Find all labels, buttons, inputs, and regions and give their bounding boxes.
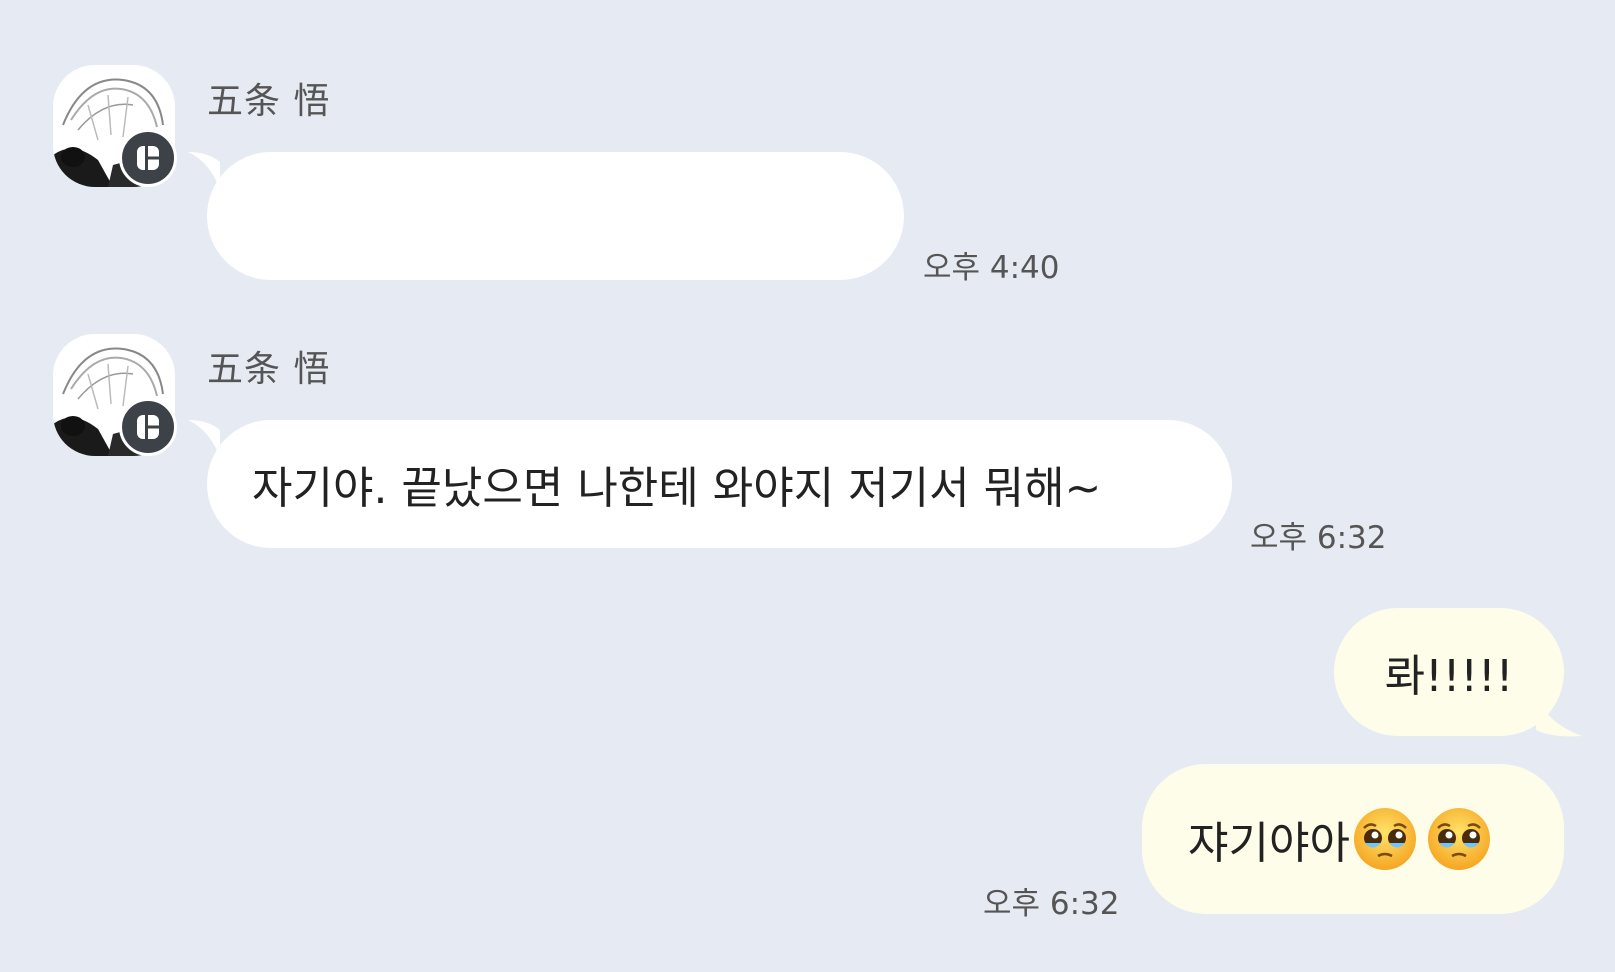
bubble-tail (1536, 692, 1582, 737)
message-timestamp: 오후 6:32 (983, 886, 1120, 922)
message-text: 자기야. 끝났으면 나한테 와야지 저기서 뭐해~ (252, 463, 1102, 514)
message-bubble-outgoing[interactable]: 쟈기야아 (1142, 764, 1564, 914)
message-timestamp: 오후 6:32 (1250, 520, 1387, 556)
message-text: 쟈기야아 (1188, 818, 1350, 869)
pleading-face-emoji (1427, 808, 1490, 870)
app-badge-icon (119, 129, 177, 187)
pleading-face-emoji (1353, 808, 1416, 870)
avatar[interactable] (53, 334, 177, 456)
avatar[interactable] (53, 65, 177, 187)
message-bubble-incoming[interactable]: 자기야. 끝났으면 나한테 와야지 저기서 뭐해~ (207, 420, 1232, 548)
sender-name: 五条 悟 (207, 81, 331, 122)
message-text: 롸!!!!! (1384, 651, 1514, 702)
app-badge-icon (119, 398, 177, 456)
message-bubble-outgoing[interactable]: 롸!!!!! (1334, 608, 1564, 736)
message-bubble-incoming[interactable] (207, 152, 904, 280)
message-timestamp: 오후 4:40 (923, 250, 1060, 286)
sender-name: 五条 悟 (207, 349, 331, 390)
